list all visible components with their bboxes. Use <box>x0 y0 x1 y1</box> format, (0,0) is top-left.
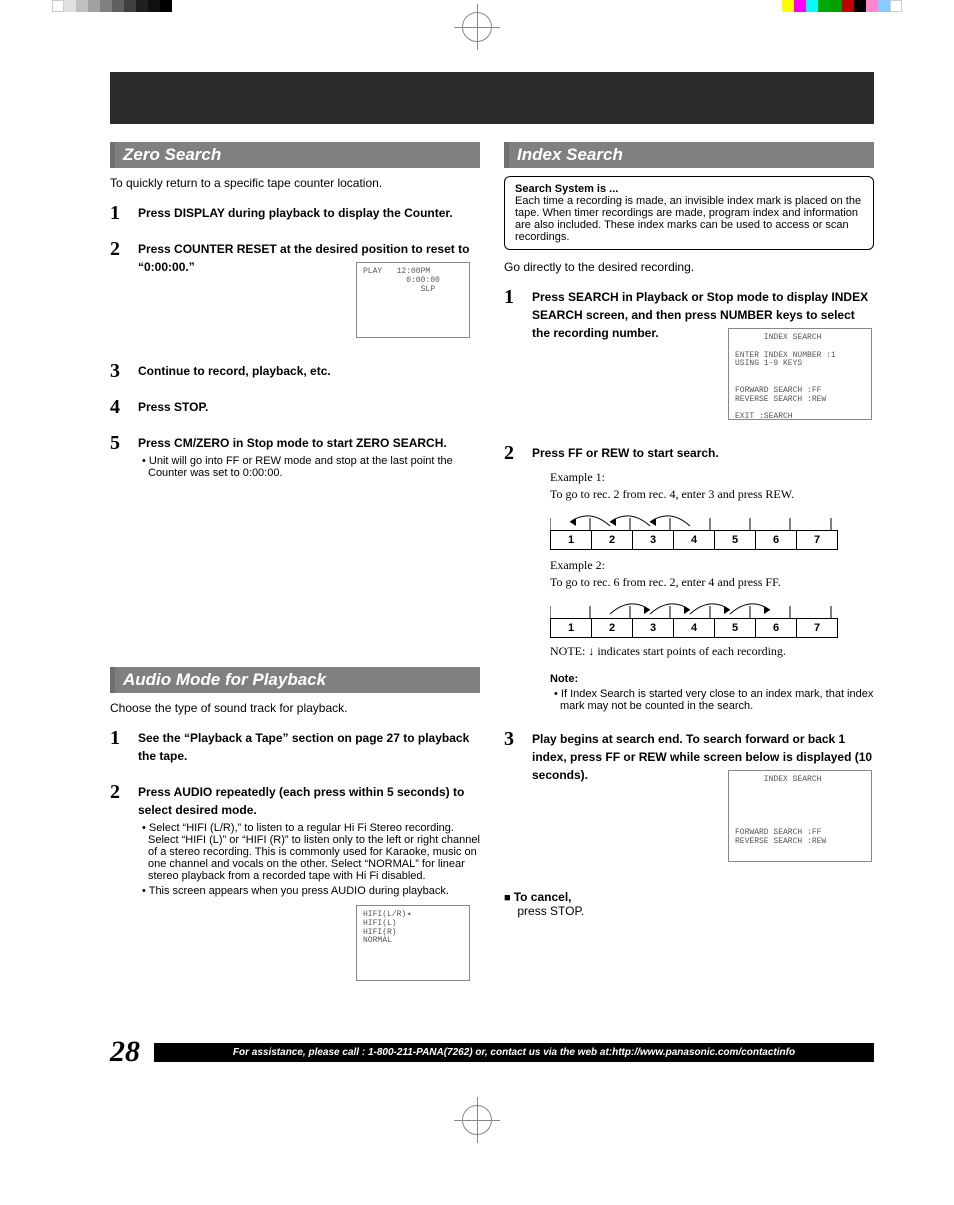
section-audio-mode: Audio Mode for Playback <box>110 667 480 693</box>
osd-counter-screen: PLAY 12:00PM 0:00:00 SLP <box>356 262 470 338</box>
index-example-1: Example 1: To go to rec. 2 from rec. 4, … <box>550 470 874 550</box>
page-number: 28 <box>110 1035 140 1069</box>
registration-mark-icon <box>462 1105 492 1135</box>
zero-step-5: 5 Press CM/ZERO in Stop mode to start ZE… <box>110 434 480 479</box>
page-footer: 28 For assistance, please call : 1-800-2… <box>110 1035 874 1069</box>
ff-arc-diagram <box>550 596 832 618</box>
chapter-banner <box>110 72 874 124</box>
audio-step-2: 2 Press AUDIO repeatedly (each press wit… <box>110 783 480 987</box>
left-column: Zero Search To quickly return to a speci… <box>110 142 480 1005</box>
zero-step-3: 3 Continue to record, playback, etc. <box>110 362 480 380</box>
audio-step-1: 1 See the “Playback a Tape” section on p… <box>110 729 480 765</box>
index-note: Note: If Index Search is started very cl… <box>550 673 874 712</box>
zero-step-4: 4 Press STOP. <box>110 398 480 416</box>
osd-index-search-screen: INDEX SEARCH ENTER INDEX NUMBER :1 USING… <box>728 328 872 420</box>
zero-step-1: 1 Press DISPLAY during playback to displ… <box>110 204 480 222</box>
osd-index-continue-screen: INDEX SEARCH FORWARD SEARCH :FF REVERSE … <box>728 770 872 862</box>
audio-steps: 1 See the “Playback a Tape” section on p… <box>110 729 480 987</box>
index-step-1: 1 Press SEARCH in Playback or Stop mode … <box>504 288 874 426</box>
section-index-search: Index Search <box>504 142 874 168</box>
crop-marks-top <box>12 0 942 48</box>
index-step-2: 2 Press FF or REW to start search. Examp… <box>504 444 874 712</box>
zero-steps: 1 Press DISPLAY during playback to displ… <box>110 204 480 479</box>
right-column: Index Search Search System is ... Each t… <box>504 142 874 1005</box>
index-footnote: NOTE: ↓ indicates start points of each r… <box>550 644 874 659</box>
assistance-bar: For assistance, please call : 1-800-211-… <box>154 1043 874 1062</box>
registration-mark-icon <box>462 12 492 42</box>
osd-audio-screen: HIFI(L/R)◂ HIFI(L) HIFI(R) NORMAL <box>356 905 470 981</box>
section-zero-search: Zero Search <box>110 142 480 168</box>
recording-row-2: 1 2 3 4 5 6 7 <box>550 618 874 638</box>
index-steps: 1 Press SEARCH in Playback or Stop mode … <box>504 288 874 868</box>
color-bar-grayscale <box>52 0 172 12</box>
index-step-3: 3 Play begins at search end. To search f… <box>504 730 874 868</box>
zero-step-2: 2 Press COUNTER RESET at the desired pos… <box>110 240 480 344</box>
rew-arc-diagram <box>550 508 832 530</box>
cancel-block: ■ To cancel, press STOP. <box>504 890 874 918</box>
index-intro: Go directly to the desired recording. <box>504 260 874 274</box>
search-box-title: Search System is ... <box>515 183 618 195</box>
crop-marks-bottom <box>12 1093 942 1141</box>
audio-intro: Choose the type of sound track for playb… <box>110 701 480 715</box>
recording-row-1: 1 2 3 4 5 6 7 <box>550 530 874 550</box>
search-box-body: Each time a recording is made, an invisi… <box>515 195 861 243</box>
zero-intro: To quickly return to a specific tape cou… <box>110 176 480 190</box>
page-body: Zero Search To quickly return to a speci… <box>80 72 874 1069</box>
index-example-2: Example 2: To go to rec. 6 from rec. 2, … <box>550 558 874 659</box>
color-bar-cmyk <box>782 0 902 12</box>
square-bullet-icon: ■ <box>504 892 514 904</box>
search-system-box: Search System is ... Each time a recordi… <box>504 176 874 250</box>
